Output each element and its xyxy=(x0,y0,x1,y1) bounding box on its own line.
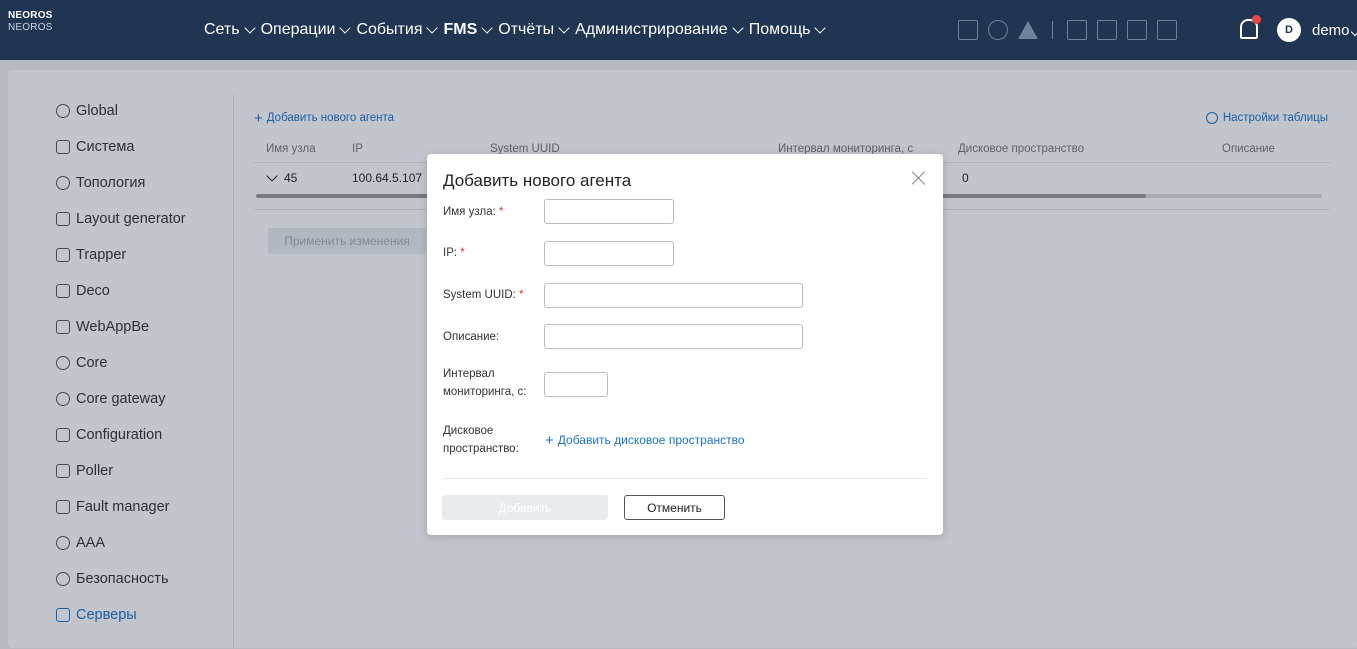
ip-label: IP: * xyxy=(443,247,465,259)
chart-icon[interactable] xyxy=(1157,20,1177,40)
tree-icon[interactable] xyxy=(1067,20,1087,40)
toolbar-divider xyxy=(1052,21,1053,39)
location-icon[interactable] xyxy=(988,20,1008,40)
cancel-button[interactable]: Отменить xyxy=(624,495,725,520)
dialog-footer-divider xyxy=(443,478,927,479)
logo-title: NEOROS xyxy=(8,10,53,21)
avatar[interactable]: D xyxy=(1277,18,1301,42)
menu-events[interactable]: События xyxy=(356,21,439,39)
chevron-down-icon xyxy=(814,22,827,34)
list-icon[interactable] xyxy=(1097,20,1117,40)
menu-network[interactable]: Сеть xyxy=(204,21,256,39)
monitoring-interval-input[interactable] xyxy=(544,372,608,397)
chevron-down-icon xyxy=(732,22,744,34)
app-logo[interactable]: NEOROS NEOROS xyxy=(8,10,53,34)
main-menu: Сеть Операции События FMS Отчёты Админис… xyxy=(204,0,831,60)
chevron-down-icon xyxy=(481,22,493,34)
add-disk-space-label: Добавить дисковое пространство xyxy=(557,433,745,447)
add-button[interactable]: Добавить xyxy=(442,495,608,520)
add-agent-dialog: Добавить нового агента Имя узла: * IP: *… xyxy=(427,154,943,535)
menu-network-label: Сеть xyxy=(204,21,240,38)
document-icon[interactable] xyxy=(1127,20,1147,40)
notification-indicator xyxy=(1252,15,1261,24)
menu-fms[interactable]: FMS xyxy=(443,21,493,39)
close-icon[interactable] xyxy=(911,170,927,186)
dialog-title: Добавить нового агента xyxy=(443,171,632,190)
chevron-down-icon xyxy=(426,22,439,34)
chevron-down-icon xyxy=(339,22,352,34)
system-uuid-label: System UUID: * xyxy=(443,289,524,301)
warning-icon[interactable] xyxy=(1018,21,1038,39)
plus-icon: + xyxy=(545,431,554,449)
user-name: demo xyxy=(1312,22,1350,39)
menu-help-label: Помощь xyxy=(748,21,811,38)
menu-administration[interactable]: Администрирование xyxy=(575,21,744,39)
top-navigation-bar: NEOROS NEOROS Сеть Операции События FMS … xyxy=(0,0,1357,60)
menu-administration-label: Администрирование xyxy=(575,21,728,38)
interval-label: Интервал мониторинга, с: xyxy=(443,368,527,398)
dashboard-icon[interactable] xyxy=(958,20,978,40)
logo-subtitle: NEOROS xyxy=(8,22,53,33)
toolbar-icons xyxy=(958,20,1177,40)
add-disk-space-link[interactable]: + Добавить дисковое пространство xyxy=(545,431,745,449)
system-uuid-input[interactable] xyxy=(544,283,803,308)
ip-input[interactable] xyxy=(544,241,674,266)
chevron-down-icon xyxy=(1350,27,1357,37)
menu-reports-label: Отчёты xyxy=(498,21,555,38)
menu-operations[interactable]: Операции xyxy=(260,21,352,39)
menu-operations-label: Операции xyxy=(260,21,336,38)
chevron-down-icon xyxy=(558,22,570,34)
disk-space-label: Дисковое пространство: xyxy=(443,425,519,455)
menu-fms-label: FMS xyxy=(443,21,478,38)
menu-reports[interactable]: Отчёты xyxy=(498,21,570,39)
description-input[interactable] xyxy=(544,324,803,349)
description-label: Описание: xyxy=(443,331,500,343)
menu-events-label: События xyxy=(356,21,423,38)
node-name-label: Имя узла: * xyxy=(443,206,504,218)
user-menu[interactable]: demo xyxy=(1312,22,1357,39)
menu-help[interactable]: Помощь xyxy=(748,21,827,39)
node-name-input[interactable] xyxy=(544,199,674,224)
chevron-down-icon xyxy=(243,22,256,34)
